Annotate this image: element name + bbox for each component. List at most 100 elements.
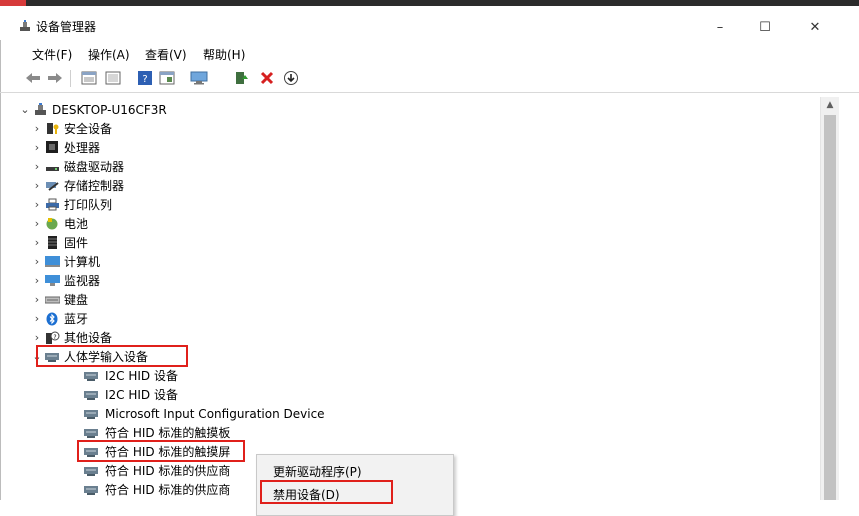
tree-item-keyboard[interactable]: › 键盘 [20,290,820,309]
minimize-button[interactable]: – [700,12,740,42]
hid-child-label: I2C HID 设备 [105,388,178,402]
chevron-right-icon[interactable]: › [32,293,42,306]
tree-item-label: 人体学输入设备 [64,350,149,364]
chevron-right-icon[interactable]: › [32,141,42,154]
keyboard-icon [45,293,60,306]
svg-text:?: ? [142,74,147,85]
hid-child-label: 符合 HID 标准的供应商 [105,483,231,497]
chevron-down-icon[interactable]: ⌄ [32,350,42,363]
bluetooth-icon [45,312,60,326]
device-manager-app-icon [19,20,31,32]
hid-child-label: Microsoft Input Configuration Device [105,406,325,421]
security-device-icon [45,122,60,135]
chevron-right-icon[interactable]: › [32,122,42,135]
maximize-button[interactable]: ☐ [745,12,785,42]
tree-item-label: 处理器 [64,141,101,155]
tree-item-monitor[interactable]: › 监视器 [20,271,820,290]
disk-drive-icon [45,160,60,173]
tree-item-label: 磁盘驱动器 [64,160,125,174]
computer-root-icon [33,103,48,116]
close-button[interactable]: ✕ [795,12,835,42]
device-tree: ⌄ DESKTOP-U16CF3R › 安全设备 › 处理器 › 磁盘驱动器 ›… [20,97,820,500]
update-driver-icon[interactable] [232,70,250,86]
chevron-right-icon[interactable]: › [32,274,42,287]
tree-item-label: 电池 [64,217,89,231]
tree-item-battery[interactable]: › 电池 [20,214,820,233]
chevron-right-icon[interactable]: › [32,217,42,230]
chevron-right-icon[interactable]: › [32,198,42,211]
back-arrow-icon[interactable] [24,70,42,86]
chevron-right-icon[interactable]: › [32,331,42,344]
tree-item-processor[interactable]: › 处理器 [20,138,820,157]
tree-item-firmware[interactable]: › 固件 [20,233,820,252]
title-bar[interactable]: 设备管理器 – ☐ ✕ [0,6,859,40]
hid-child-item[interactable]: 符合 HID 标准的触摸板 [20,423,820,442]
hid-device-icon [84,445,99,458]
chevron-right-icon[interactable]: › [32,179,42,192]
hid-child-item[interactable]: Microsoft Input Configuration Device [20,404,820,423]
tree-item-storage[interactable]: › 存储控制器 [20,176,820,195]
hid-child-label: I2C HID 设备 [105,369,178,383]
root-label: DESKTOP-U16CF3R [52,102,167,117]
other-devices-icon: ? [45,331,60,344]
menu-view[interactable]: 查看(V) [145,46,187,63]
window-title: 设备管理器 [36,20,97,34]
context-menu: 更新驱动程序(P) 禁用设备(D) [256,454,454,516]
scroll-up-icon[interactable]: ▲ [821,97,839,113]
tree-item-disk[interactable]: › 磁盘驱动器 [20,157,820,176]
tree-item-bluetooth[interactable]: › 蓝牙 [20,309,820,328]
hid-device-icon [84,407,99,420]
menu-action[interactable]: 操作(A) [88,46,130,63]
hid-device-icon [84,369,99,382]
tree-item-hid[interactable]: ⌄ 人体学输入设备 [20,347,820,366]
firmware-icon [45,236,60,249]
scan-icon[interactable] [282,70,300,86]
hid-child-label: 符合 HID 标准的供应商 [105,464,231,478]
processor-icon [45,141,60,154]
tree-item-label: 安全设备 [64,122,113,136]
hid-device-icon [84,426,99,439]
chevron-down-icon[interactable]: ⌄ [20,103,30,116]
hid-child-item[interactable]: I2C HID 设备 [20,385,820,404]
tree-item-label: 键盘 [64,293,89,307]
menu-item-disable-device[interactable]: 禁用设备(D) [273,486,340,503]
tree-item-other[interactable]: › ? 其他设备 [20,328,820,347]
hid-child-item[interactable]: I2C HID 设备 [20,366,820,385]
help-icon[interactable]: ? [136,70,154,86]
menu-bar: 文件(F) 操作(A) 查看(V) 帮助(H) [0,42,859,64]
menu-help[interactable]: 帮助(H) [203,46,245,63]
chevron-right-icon[interactable]: › [32,312,42,325]
tree-root[interactable]: ⌄ DESKTOP-U16CF3R [20,100,820,119]
tree-item-label: 存储控制器 [64,179,125,193]
scrollbar-thumb[interactable] [824,115,836,500]
menu-item-update-driver[interactable]: 更新驱动程序(P) [273,463,362,480]
menu-file[interactable]: 文件(F) [32,46,72,63]
panel-icon[interactable] [158,70,176,86]
computer-icon [45,255,60,268]
properties-icon[interactable] [80,70,98,86]
monitor-icon[interactable] [190,70,208,86]
hid-device-icon [84,464,99,477]
print-queue-icon [45,198,60,211]
tree-item-label: 计算机 [64,255,101,269]
tree-item-label: 打印队列 [64,198,113,212]
svg-text:?: ? [53,334,56,341]
toolbar-separator [70,70,71,87]
chevron-right-icon[interactable]: › [32,160,42,173]
view-icon[interactable] [104,70,122,86]
uninstall-icon[interactable] [258,70,276,86]
hid-child-label: 符合 HID 标准的触摸屏 [105,445,231,459]
tree-item-label: 监视器 [64,274,101,288]
forward-arrow-icon[interactable] [46,70,64,86]
chevron-right-icon[interactable]: › [32,255,42,268]
device-manager-window: 设备管理器 – ☐ ✕ 文件(F) 操作(A) 查看(V) 帮助(H) ? ⌄ … [0,0,859,516]
vertical-scrollbar[interactable]: ▲ [820,97,839,500]
battery-icon [45,217,60,230]
tree-item-label: 固件 [64,236,89,250]
storage-controller-icon [45,179,60,192]
tree-item-computer[interactable]: › 计算机 [20,252,820,271]
tree-item-security[interactable]: › 安全设备 [20,119,820,138]
hid-device-icon [84,388,99,401]
chevron-right-icon[interactable]: › [32,236,42,249]
tree-item-print[interactable]: › 打印队列 [20,195,820,214]
